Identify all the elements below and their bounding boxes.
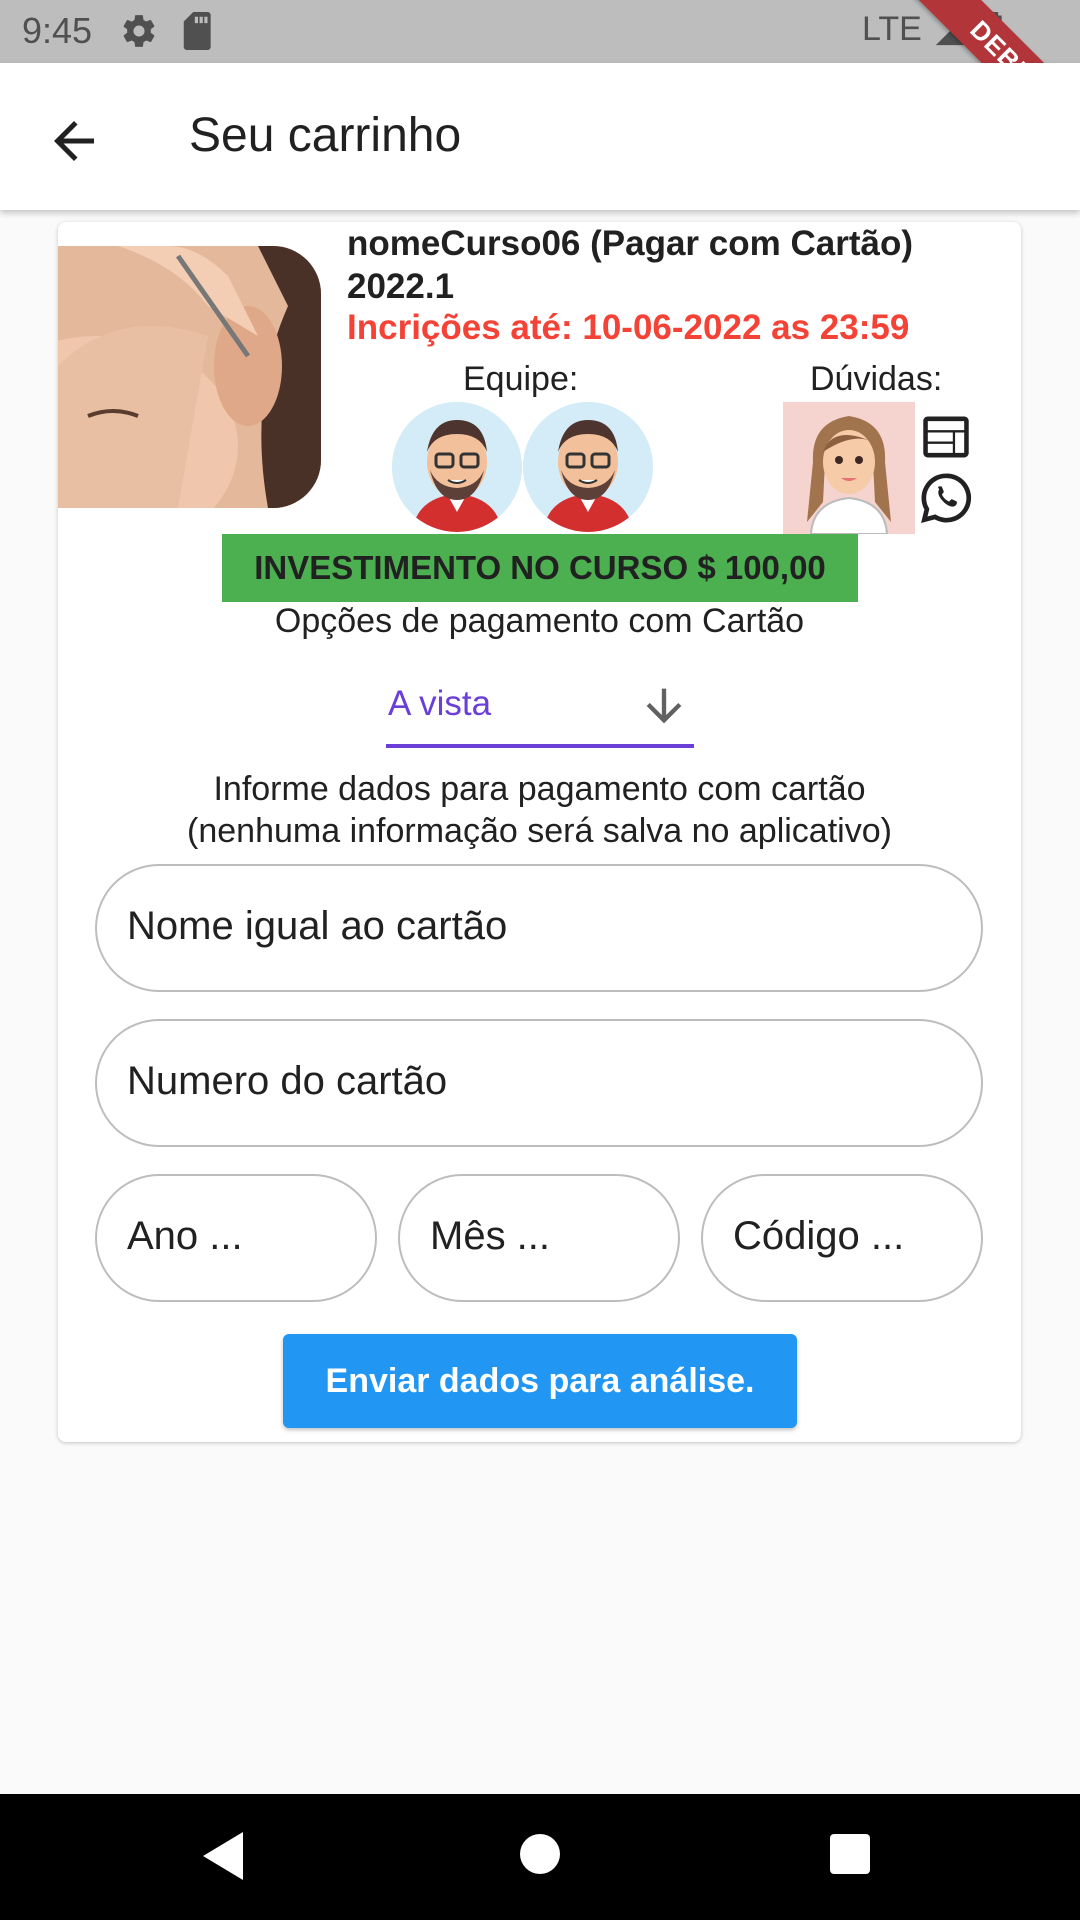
dropdown-selected-value: A vista [388,684,492,723]
card-code-field[interactable]: Código ... [701,1174,983,1302]
whatsapp-icon[interactable] [918,470,974,531]
nav-home-icon[interactable] [520,1834,560,1874]
submit-payment-button[interactable]: Enviar dados para análise. [283,1334,797,1428]
gear-icon [120,12,158,55]
registration-deadline: Incrições até: 10-06-2022 as 23:59 [347,308,910,347]
team-label: Equipe: [463,360,579,398]
card-year-placeholder: Ano ... [127,1214,243,1258]
web-icon[interactable] [918,412,974,467]
card-privacy-note: (nenhuma informação será salva no aplica… [187,812,892,850]
cart-item-card: nomeCurso06 (Pagar com Cartão) 2022.1 In… [58,222,1021,1442]
page-title: Seu carrinho [189,109,462,162]
card-year-field[interactable]: Ano ... [95,1174,377,1302]
team-member-avatar[interactable] [523,402,653,532]
arrow-down-icon [638,680,690,737]
sd-card-icon [182,12,214,55]
payment-option-dropdown[interactable]: A vista [386,672,694,748]
status-time: 9:45 [22,10,93,51]
card-number-field[interactable]: Numero do cartão [95,1019,983,1147]
team-member-avatar[interactable] [392,402,522,532]
network-type: LTE [862,10,922,48]
card-number-placeholder: Numero do cartão [127,1059,448,1103]
course-name: nomeCurso06 (Pagar com Cartão) 2022.1 [347,224,913,306]
card-info-text: Informe dados para pagamento com cartão [213,770,866,808]
nav-back-icon[interactable] [203,1832,245,1885]
payment-options-label: Opções de pagamento com Cartão [274,602,805,640]
course-image [58,246,321,508]
questions-label: Dúvidas: [810,360,943,398]
app-bar: Seu carrinho [0,63,1080,210]
back-button[interactable] [44,111,104,171]
status-bar: 9:45 LTE [0,0,1080,63]
card-code-placeholder: Código ... [733,1214,905,1258]
support-avatar[interactable] [783,402,915,534]
nav-recents-icon[interactable] [830,1834,870,1874]
card-name-placeholder: Nome igual ao cartão [127,904,508,948]
navigation-bar [0,1794,1080,1920]
card-month-placeholder: Mês ... [430,1214,551,1258]
card-name-field[interactable]: Nome igual ao cartão [95,864,983,992]
investment-banner: INVESTIMENTO NO CURSO $ 100,00 [222,534,858,602]
card-month-field[interactable]: Mês ... [398,1174,680,1302]
arrow-back-icon [54,121,94,161]
